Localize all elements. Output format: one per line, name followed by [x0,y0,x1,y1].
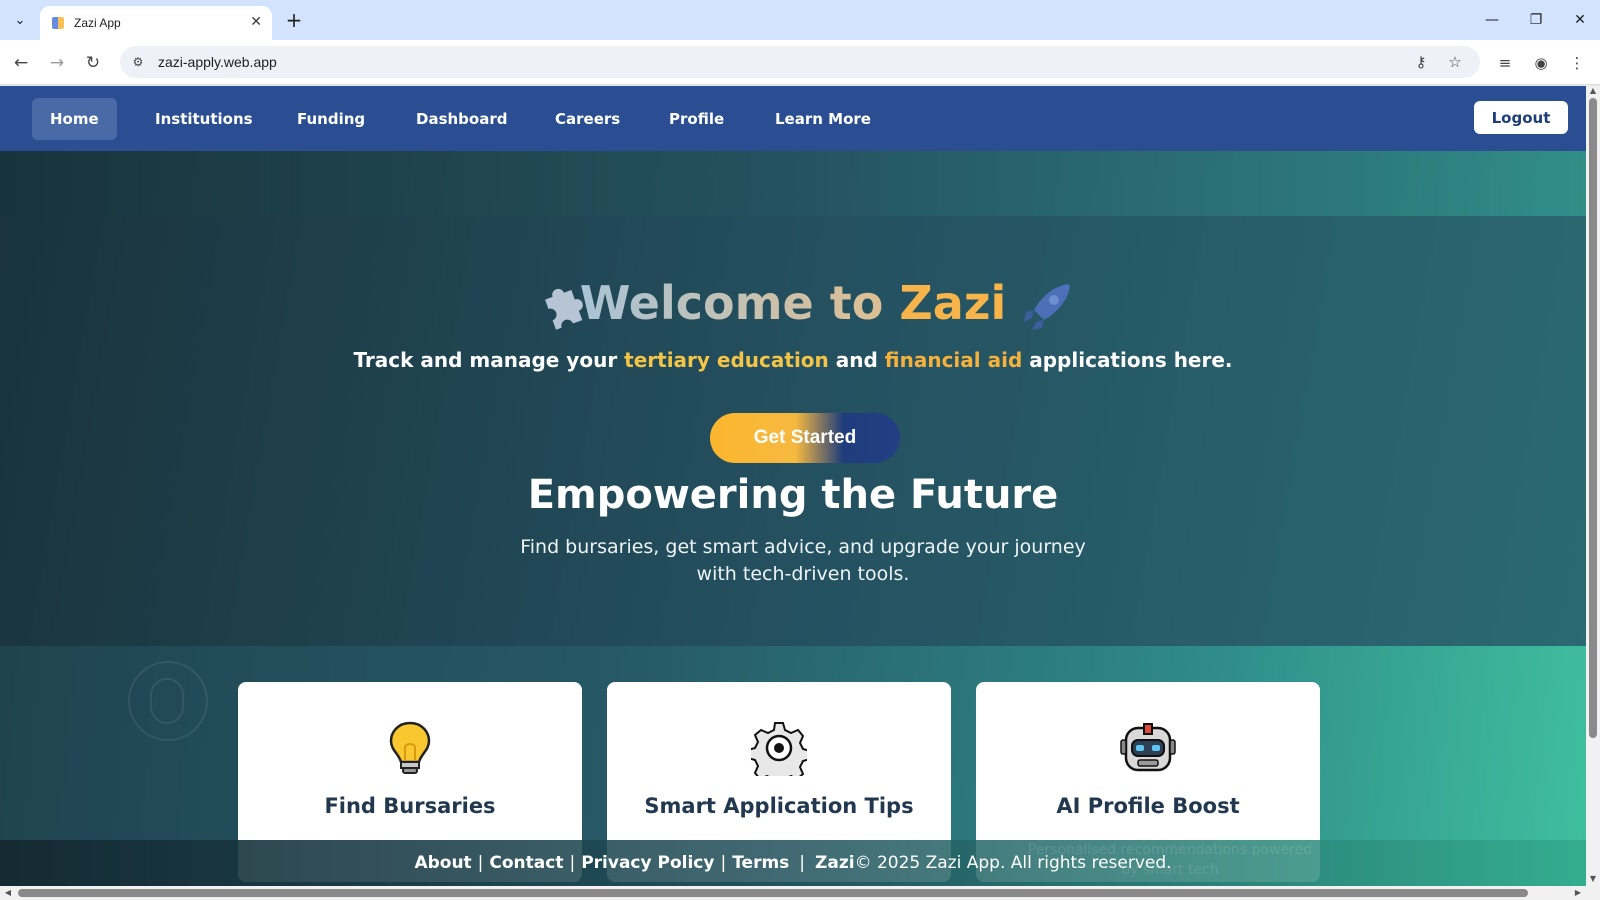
footer-brand: Zazi [815,853,855,873]
nav-careers[interactable]: Careers [537,98,638,140]
page-viewport: Home Institutions Funding Dashboard Care… [0,86,1586,886]
nav-home[interactable]: Home [32,98,117,140]
browser-toolbar: ← → ↻ ⚙ zazi-apply.web.app ⚷ ☆ ≡ ◉ ⋮ [0,40,1600,85]
footer-separator: | [569,853,576,873]
address-bar[interactable]: ⚙ zazi-apply.web.app ⚷ ☆ [120,46,1480,78]
get-started-button[interactable]: Get Started [710,413,900,463]
footer-separator: | [477,853,484,873]
logout-button[interactable]: Logout [1474,101,1568,134]
tagline-part1: Track and manage your [353,348,625,372]
hero-title-prefix: Welcome to [579,276,900,330]
footer-link-about[interactable]: About [414,853,471,873]
footer-link-privacy[interactable]: Privacy Policy [581,853,714,873]
back-arrow-icon[interactable]: ← [6,48,36,78]
media-controls-icon[interactable]: ≡ [1492,50,1518,76]
scroll-down-arrow-icon[interactable]: ▼ [1586,874,1600,886]
minimize-icon[interactable]: — [1474,6,1510,34]
horizontal-scroll-thumb[interactable] [18,889,1528,897]
forward-arrow-icon[interactable]: → [42,48,72,78]
tagline-highlight-education: tertiary education [624,348,829,372]
password-key-icon[interactable]: ⚷ [1410,52,1432,72]
footer-link-terms[interactable]: Terms [732,853,789,873]
profile-avatar-icon[interactable]: ◉ [1528,50,1554,76]
scroll-right-arrow-icon[interactable]: ▶ [1572,886,1584,900]
tagline-part2: and [828,348,885,372]
browser-menu-icon[interactable]: ⋮ [1564,50,1590,76]
section-title: Empowering the Future [527,472,1059,518]
scroll-left-arrow-icon[interactable]: ◀ [2,886,14,900]
nav-profile[interactable]: Profile [651,98,742,140]
nav-institutions[interactable]: Institutions [137,98,271,140]
scroll-up-arrow-icon[interactable]: ▲ [1586,86,1600,98]
tab-title: Zazi App [74,16,121,30]
nav-funding[interactable]: Funding [279,98,383,140]
reload-icon[interactable]: ↻ [78,48,108,78]
hero-title-brand: Zazi [899,276,1007,330]
decorative-ring-inner [150,678,184,724]
vertical-scrollbar[interactable]: ▲ ▼ [1586,86,1600,886]
browser-tab-strip: ⌄ Zazi App ✕ + — ❐ ✕ [0,0,1600,40]
vertical-scroll-thumb[interactable] [1589,98,1597,738]
browser-tab-active[interactable]: Zazi App ✕ [40,6,272,40]
bookmark-star-icon[interactable]: ☆ [1444,52,1466,72]
tab-search-chevron-icon[interactable]: ⌄ [6,6,34,34]
tagline-part3: applications here. [1022,348,1233,372]
section-description: Find bursaries, get smart advice, and up… [520,536,1086,585]
hero-tagline: Track and manage your tertiary education… [0,348,1586,372]
main-navigation: Home Institutions Funding Dashboard Care… [0,86,1586,151]
feature-title: AI Profile Boost [1056,794,1240,818]
tab-close-icon[interactable]: ✕ [250,14,262,30]
feature-title: Find Bursaries [324,794,496,818]
tagline-highlight-aid: financial aid [884,348,1023,372]
tab-favicon-icon [52,17,64,29]
site-info-icon[interactable]: ⚙ [128,52,148,72]
close-window-icon[interactable]: ✕ [1562,6,1598,34]
horizontal-scrollbar[interactable]: ◀ ▶ [0,886,1600,900]
nav-dashboard[interactable]: Dashboard [398,98,525,140]
robot-icon [976,720,1320,776]
hero-title: Welcome to Zazi [0,276,1586,330]
gear-icon [607,720,951,776]
new-tab-plus-icon[interactable]: + [280,6,308,34]
lightbulb-icon [238,720,582,776]
nav-learn-more[interactable]: Learn More [757,98,889,140]
restore-window-icon[interactable]: ❐ [1518,6,1554,34]
card-description-obscured: Personalised recommendations powered by … [1027,842,1313,878]
footer-link-contact[interactable]: Contact [489,853,563,873]
rocket-icon [1024,284,1070,330]
footer-separator: | [720,853,727,873]
url-text[interactable]: zazi-apply.web.app [158,54,277,70]
hero-top-band [0,151,1586,216]
page-footer: About | Contact | Privacy Policy | Terms… [0,840,1586,886]
feature-title: Smart Application Tips [644,794,914,818]
footer-separator: | [799,853,806,873]
